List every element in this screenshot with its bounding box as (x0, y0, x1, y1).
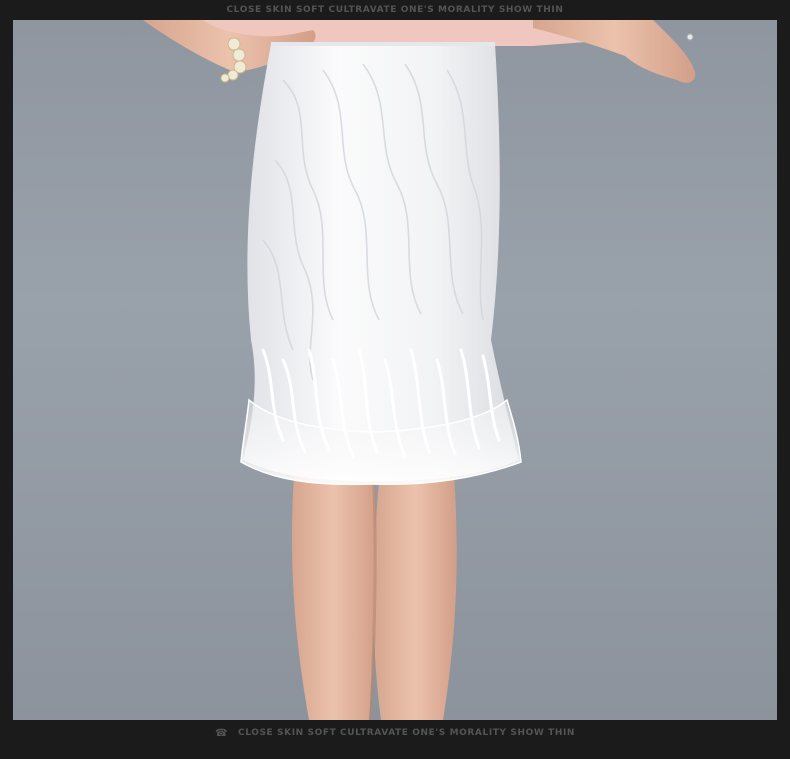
ring (686, 33, 694, 41)
bottom-tagline-text: CLOSE SKIN SOFT CULTRAVATE ONE'S MORALIT… (238, 728, 576, 738)
right-leg (373, 460, 457, 720)
product-photo-drawing (143, 20, 696, 720)
left-leg (291, 460, 376, 720)
phone-icon: ☎ (214, 727, 228, 739)
bottom-tagline: ☎ CLOSE SKIN SOFT CULTRAVATE ONE'S MORAL… (0, 723, 790, 743)
product-photo (13, 20, 777, 720)
top-tagline: CLOSE SKIN SOFT CULTRAVATE ONE'S MORALIT… (0, 0, 790, 20)
top-tagline-text: CLOSE SKIN SOFT CULTRAVATE ONE'S MORALIT… (226, 5, 564, 15)
right-arm (533, 20, 696, 83)
